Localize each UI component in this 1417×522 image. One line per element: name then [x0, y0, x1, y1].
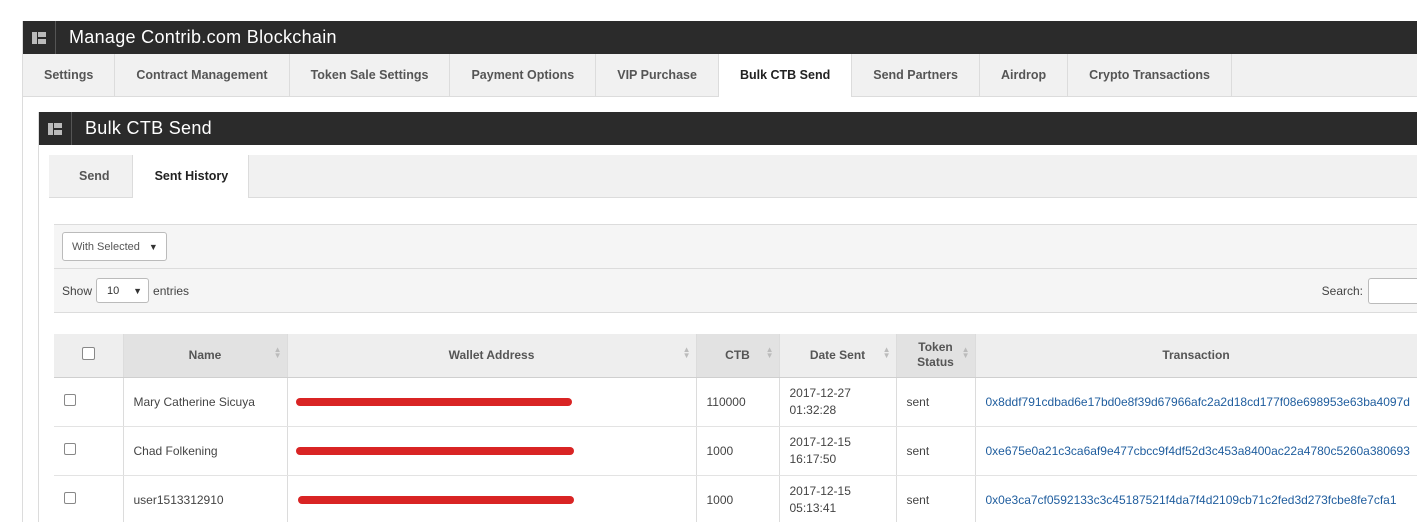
bulk-ctb-send-panel: Bulk CTB Send Send Sent History With Sel…	[38, 112, 1417, 522]
tab-token-sale-settings[interactable]: Token Sale Settings	[290, 54, 451, 96]
caret-down-icon: ▼	[133, 285, 143, 296]
sent-history-table: Name ▲ ▼ Wallet Address ▲ ▼ CTB ▲ ▼ Date Sent ▲…	[54, 334, 1417, 522]
search-area: Search:	[1322, 278, 1417, 304]
header-bar: Manage Contrib.com Blockchain	[23, 21, 1417, 54]
sort-icon: ▲ ▼	[273, 345, 282, 360]
select-all-header	[54, 334, 124, 378]
table-row: user1513312910 1000 2017-12-15 05:13:41 s…	[54, 475, 1417, 522]
entries-label: entries	[153, 283, 190, 298]
row-checkbox[interactable]	[64, 394, 76, 406]
row-date: 2017-12-27 01:32:28	[779, 377, 897, 427]
sub-tabbar: Send Sent History	[49, 155, 1417, 198]
manage-blockchain-panel: Manage Contrib.com Blockchain Settings C…	[22, 21, 1417, 522]
table-row: Mary Catherine Sicuya 110000 2017-12-27 0…	[54, 377, 1417, 427]
row-wallet	[287, 475, 697, 522]
row-ctb: 1000	[696, 426, 780, 476]
bulk-action-select[interactable]: With Selected ▼	[62, 232, 167, 261]
row-date-day: 2017-12-15	[789, 483, 851, 498]
table-controls: Show 10 ▼ entries Search:	[54, 269, 1417, 313]
tab-send[interactable]: Send	[49, 155, 133, 197]
column-status-label: Token Status	[917, 340, 954, 370]
tab-payment-options[interactable]: Payment Options	[450, 54, 597, 96]
column-date-sent[interactable]: Date Sent ▲ ▼	[779, 334, 897, 378]
bulk-action-value: With Selected	[72, 240, 140, 253]
column-token-status[interactable]: Token Status ▲ ▼	[896, 334, 976, 378]
sort-icon: ▲ ▼	[882, 345, 891, 360]
bulk-action-toolbar: With Selected ▼	[54, 224, 1417, 269]
select-all-checkbox[interactable]	[81, 346, 95, 360]
row-status: sent	[896, 475, 976, 522]
caret-down-icon: ▼	[148, 241, 158, 252]
redaction-mark	[295, 447, 574, 456]
row-name: Mary Catherine Sicuya	[123, 377, 288, 427]
search-label: Search:	[1321, 284, 1363, 298]
tab-sent-history[interactable]: Sent History	[132, 155, 250, 198]
column-transaction-label: Transaction	[1162, 347, 1230, 362]
row-checkbox-cell	[54, 475, 124, 522]
row-date-day: 2017-12-27	[789, 385, 851, 400]
row-status: sent	[896, 377, 976, 427]
redaction-mark	[297, 496, 574, 505]
tab-crypto-transactions[interactable]: Crypto Transactions	[1068, 54, 1233, 96]
row-ctb: 110000	[696, 377, 780, 427]
tab-vip-purchase[interactable]: VIP Purchase	[596, 54, 719, 96]
sort-icon: ▲ ▼	[682, 345, 691, 360]
row-date-day: 2017-12-15	[789, 434, 851, 449]
tab-send-partners[interactable]: Send Partners	[852, 54, 980, 96]
row-date: 2017-12-15 16:17:50	[779, 426, 897, 476]
sent-history-table-wrap: Name ▲ ▼ Wallet Address ▲ ▼ CTB ▲ ▼ Date Sent ▲…	[54, 334, 1417, 522]
column-wallet-address[interactable]: Wallet Address ▲ ▼	[287, 334, 697, 378]
row-transaction-link[interactable]: 0x0e3ca7cf0592133c3c45187521f4da7f4d2109…	[975, 475, 1417, 522]
row-wallet	[287, 426, 697, 476]
main-tabbar: Settings Contract Management Token Sale …	[23, 54, 1417, 97]
row-checkbox-cell	[54, 377, 124, 427]
tab-airdrop[interactable]: Airdrop	[980, 54, 1069, 96]
panel-body: Send Sent History With Selected ▼ Show 1…	[39, 145, 1417, 522]
row-status: sent	[896, 426, 976, 476]
row-wallet	[287, 377, 697, 427]
tab-settings[interactable]: Settings	[23, 54, 116, 96]
table-row: Chad Folkening 1000 2017-12-15 16:17:50 s…	[54, 426, 1417, 476]
row-date-time: 05:13:41	[789, 500, 837, 515]
row-ctb: 1000	[696, 475, 780, 522]
row-date: 2017-12-15 05:13:41	[779, 475, 897, 522]
row-transaction-link[interactable]: 0x8ddf791cdbad6e17bd0e8f39d67966afc2a2d1…	[975, 377, 1417, 427]
row-checkbox[interactable]	[64, 443, 76, 455]
column-name-label: Name	[188, 347, 222, 362]
panel-header-bar: Bulk CTB Send	[39, 112, 1417, 145]
row-date-time: 16:17:50	[789, 451, 837, 466]
show-label: Show	[62, 283, 93, 298]
row-checkbox-cell	[54, 426, 124, 476]
redaction-mark	[295, 398, 572, 407]
row-transaction-link[interactable]: 0xe675e0a21c3ca6af9e477cbcc9f4df52d3c453…	[975, 426, 1417, 476]
row-name: Chad Folkening	[123, 426, 288, 476]
panel-title: Bulk CTB Send	[85, 118, 212, 138]
row-checkbox[interactable]	[64, 492, 76, 504]
column-transaction[interactable]: Transaction	[975, 334, 1417, 378]
column-name[interactable]: Name ▲ ▼	[123, 334, 288, 378]
entries-value: 10	[107, 284, 120, 297]
column-ctb-label: CTB	[725, 347, 750, 362]
column-ctb[interactable]: CTB ▲ ▼	[696, 334, 780, 378]
row-name: user1513312910	[123, 475, 288, 522]
column-wallet-label: Wallet Address	[448, 347, 535, 362]
tab-bulk-ctb-send[interactable]: Bulk CTB Send	[718, 54, 853, 97]
column-date-label: Date Sent	[809, 347, 866, 362]
entries-select[interactable]: 10 ▼	[96, 278, 150, 303]
table-header-row: Name ▲ ▼ Wallet Address ▲ ▼ CTB ▲ ▼ Date Sent ▲…	[54, 334, 1417, 378]
grid-icon	[39, 112, 72, 145]
page-title: Manage Contrib.com Blockchain	[69, 27, 337, 47]
tab-contract-management[interactable]: Contract Management	[115, 54, 290, 96]
grid-icon	[23, 21, 56, 54]
search-input[interactable]	[1368, 278, 1417, 304]
sort-icon: ▲ ▼	[765, 345, 774, 360]
row-date-time: 01:32:28	[789, 402, 837, 417]
sort-icon: ▲ ▼	[961, 345, 970, 360]
